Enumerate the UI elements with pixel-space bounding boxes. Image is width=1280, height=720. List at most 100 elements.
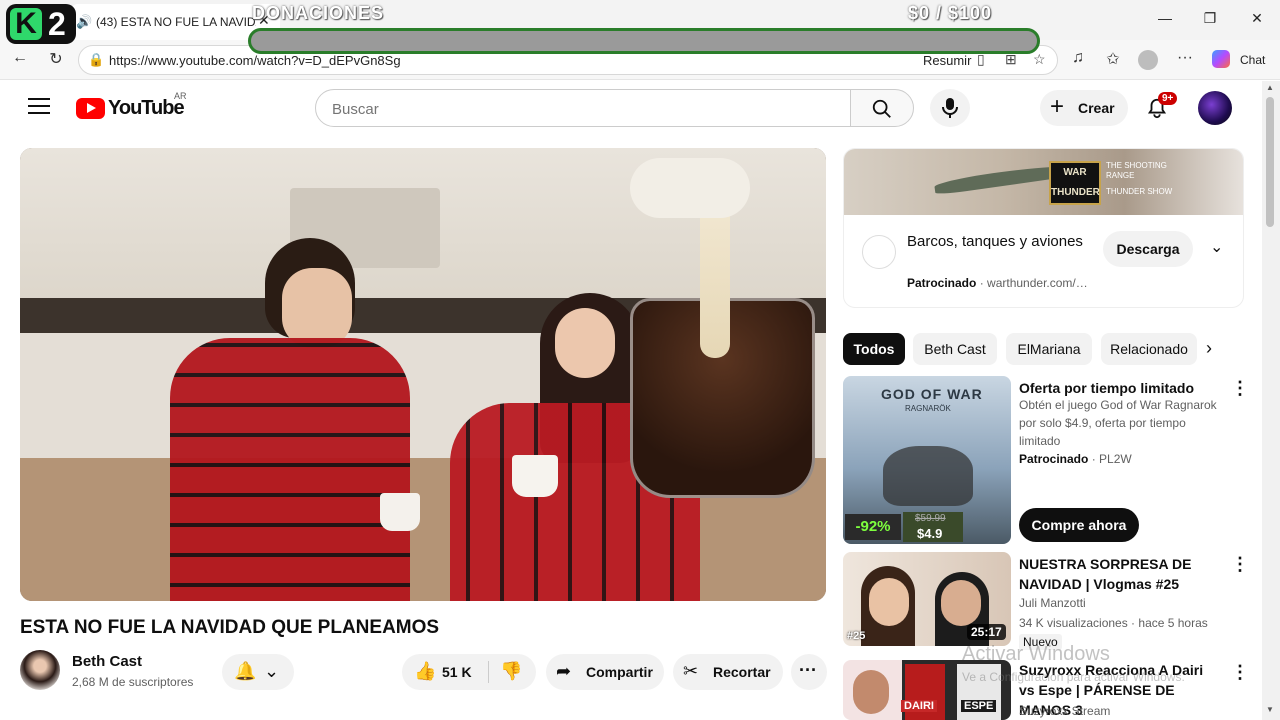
profile-icon[interactable] — [1136, 49, 1160, 71]
chevron-down-icon: ⌄ — [264, 661, 280, 681]
scroll-down-icon[interactable]: ▼ — [1266, 705, 1274, 714]
recommendation-item[interactable]: #25 25:17 NUESTRA SORPRESA DE NAVIDAD | … — [843, 552, 1249, 650]
warrior-artwork — [883, 446, 973, 506]
recommendation-item[interactable]: GOD OF WAR RAGNARÖK -92% $59.99 $4.9 Ofe… — [843, 376, 1249, 544]
ad-sponsor-line: Patrocinado · warthunder.com/… — [907, 276, 1088, 290]
recommendation-title[interactable]: Oferta por tiempo limitado — [1019, 378, 1219, 398]
video-thumbnail[interactable]: DAIRI ESPE — [843, 660, 1011, 720]
reload-button[interactable]: ↻ — [44, 49, 68, 71]
scrollbar-thumb[interactable] — [1266, 97, 1274, 227]
recommendation-stats: 34 K visualizaciones · hace 5 horas — [1019, 616, 1208, 630]
channel-name[interactable]: Beth Cast — [72, 653, 142, 670]
recommendation-channel[interactable]: Juli Manzotti — [1019, 594, 1086, 612]
recommendation-title[interactable]: NUESTRA SORPRESA DE NAVIDAD | Vlogmas #2… — [1019, 554, 1219, 594]
spoon-with-cheese — [630, 158, 750, 218]
chip-relacionado[interactable]: Relacionado — [1101, 333, 1197, 365]
advertiser-logo[interactable] — [862, 235, 896, 269]
notifications-button[interactable]: 9+ — [1146, 92, 1178, 121]
hamburger-menu-icon[interactable] — [28, 98, 50, 116]
lock-icon[interactable]: 🔒 — [88, 52, 104, 68]
channel-info[interactable]: Beth Cast 2,68 M de suscriptores — [20, 650, 400, 694]
youtube-header: YouTube AR Buscar + Crear 9+ — [0, 81, 1262, 135]
summarize-button[interactable]: Resumir — [923, 53, 971, 68]
tab-title: (43) ESTA NO FUE LA NAVIDAD — [96, 15, 256, 29]
search-button[interactable] — [850, 89, 914, 127]
like-count[interactable]: 51 K — [442, 664, 472, 680]
youtube-play-icon — [76, 98, 105, 119]
face-left — [869, 578, 909, 626]
page-scrollbar[interactable]: ▲ ▼ — [1262, 81, 1280, 720]
scroll-up-icon[interactable]: ▲ — [1266, 83, 1274, 92]
url-text[interactable]: https://www.youtube.com/watch?v=D_dEPvGn… — [109, 53, 401, 68]
speaker-icon[interactable]: 🔊 — [76, 14, 92, 30]
more-actions-button[interactable]: ··· — [791, 654, 827, 690]
subscriber-count: 2,68 M de suscriptores — [72, 675, 194, 689]
banner-text-2: THUNDER SHOW — [1106, 187, 1173, 196]
voice-search-button[interactable] — [930, 89, 970, 127]
dislike-icon[interactable]: 👎 — [500, 661, 522, 682]
banner-text-1: THE SHOOTING RANGE — [1106, 161, 1167, 180]
ad-sponsor-line: Patrocinado · PL2W — [1019, 452, 1132, 466]
more-vertical-icon[interactable]: ⋮ — [1231, 378, 1249, 399]
clip-button[interactable]: ✂ Recortar — [673, 654, 783, 690]
favorite-star-icon[interactable]: ☆ — [1033, 51, 1046, 68]
windows-activation-hint: Ve a Configuración para activar Windows. — [962, 670, 1185, 684]
media-control-icon[interactable]: ♫ — [1066, 49, 1090, 71]
donations-amount: $0 / $100 — [908, 3, 993, 23]
maximize-button[interactable]: ❐ — [1200, 10, 1220, 27]
more-vertical-icon[interactable]: ⋮ — [1231, 662, 1249, 683]
sponsored-ad-card[interactable]: WAR THUNDER THE SHOOTING RANGE THUNDER S… — [843, 148, 1244, 308]
user-avatar[interactable] — [1198, 91, 1232, 125]
share-button[interactable]: ➦ Compartir — [546, 654, 664, 690]
donations-progress-bar — [248, 28, 1040, 54]
recommendation-item[interactable]: DAIRI ESPE Suzyroxx Reacciona A Dairi vs… — [843, 660, 1249, 720]
mug-left — [380, 493, 420, 531]
mug-right — [512, 455, 558, 497]
chevron-down-icon[interactable]: ⌄ — [1210, 237, 1223, 257]
download-button[interactable]: Descarga — [1103, 231, 1193, 267]
video-thumbnail[interactable]: #25 25:17 — [843, 552, 1011, 646]
chip-elmariana[interactable]: ElMariana — [1006, 333, 1092, 365]
video-duration: 25:17 — [967, 624, 1006, 640]
back-button[interactable]: ← — [8, 49, 32, 71]
recommendation-channel[interactable]: Suzyroxx Stream — [1019, 702, 1110, 720]
face-right — [941, 580, 981, 626]
ad-banner[interactable]: WAR THUNDER THE SHOOTING RANGE THUNDER S… — [844, 149, 1243, 215]
more-options-icon[interactable]: ··· — [1173, 49, 1197, 71]
notification-badge: 9+ — [1158, 92, 1178, 105]
streamer-face — [853, 670, 889, 714]
subscribed-notifications-button[interactable]: 🔔 ⌄ — [222, 654, 294, 690]
search-input[interactable]: Buscar — [315, 89, 851, 127]
discount-badge: -92% — [845, 514, 901, 540]
like-dislike-group: 👍 51 K 👎 — [402, 654, 536, 690]
video-thumbnail[interactable]: GOD OF WAR RAGNARÖK -92% $59.99 $4.9 — [843, 376, 1011, 544]
favorites-icon[interactable]: ✩ — [1101, 49, 1125, 71]
person-left-pajama — [170, 338, 410, 601]
chip-todos[interactable]: Todos — [843, 333, 905, 365]
video-player[interactable]: queso — [20, 148, 826, 601]
price-box: $59.99 $4.9 — [903, 512, 963, 542]
donations-label: DONACIONES — [252, 3, 385, 23]
scissors-icon: ✂ — [683, 661, 699, 681]
bell-icon: 🔔 — [234, 661, 257, 681]
person-left-face — [282, 268, 352, 348]
close-window-button[interactable]: ✕ — [1247, 10, 1267, 27]
divider — [488, 661, 489, 683]
share-icon: ➦ — [556, 661, 572, 681]
more-vertical-icon[interactable]: ⋮ — [1231, 554, 1249, 575]
more-horizontal-icon: ··· — [799, 660, 817, 680]
microphone-icon — [942, 98, 958, 118]
chip-beth-cast[interactable]: Beth Cast — [913, 333, 997, 365]
ad-title[interactable]: Barcos, tanques y aviones — [907, 231, 1087, 253]
channel-avatar[interactable] — [20, 650, 60, 690]
chevron-right-icon[interactable]: › — [1206, 338, 1212, 359]
minimize-button[interactable]: — — [1155, 10, 1175, 26]
war-thunder-banner-logo: WAR THUNDER — [1049, 161, 1101, 205]
copilot-chat-button[interactable]: Chat — [1208, 48, 1272, 72]
buy-now-button[interactable]: Compre ahora — [1019, 508, 1139, 542]
like-icon[interactable]: 👍 — [414, 661, 436, 682]
ad-description: Obtén el juego God of War Ragnarok por s… — [1019, 398, 1217, 448]
create-button[interactable]: + Crear — [1040, 90, 1128, 126]
copilot-icon — [1212, 50, 1230, 68]
plus-icon: + — [1050, 93, 1065, 120]
